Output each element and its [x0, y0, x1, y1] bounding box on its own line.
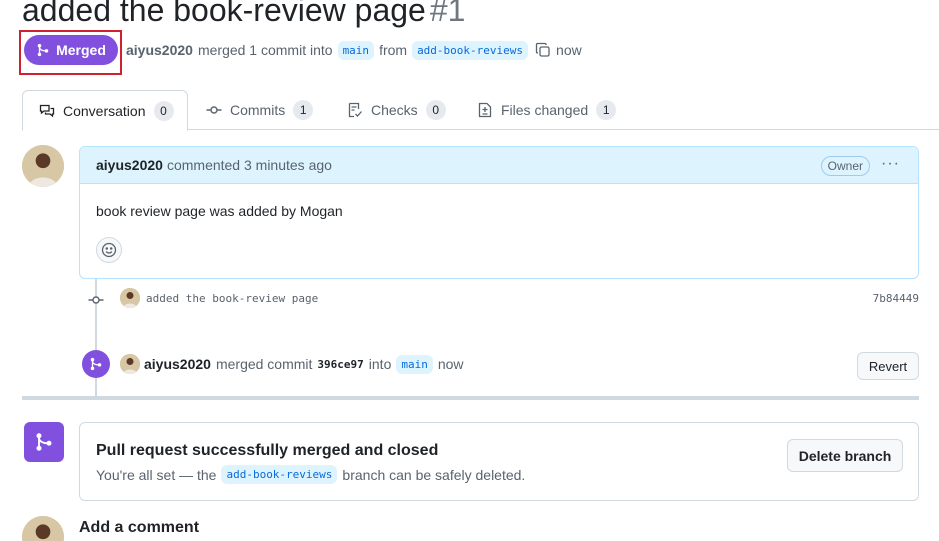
merge-into-text: into — [368, 356, 392, 372]
add-reaction-button[interactable] — [96, 237, 122, 263]
merge-sha-link[interactable]: 396ce97 — [317, 358, 363, 371]
pr-number: #1 — [429, 0, 466, 28]
git-merge-icon — [37, 43, 49, 57]
git-commit-icon — [88, 296, 104, 304]
commit-sha-link[interactable]: 7b84449 — [873, 292, 919, 305]
comment-header: aiyus2020 commented 3 minutes ago — [80, 147, 918, 184]
git-merge-icon — [36, 433, 52, 451]
merge-event-text: merged commit — [215, 356, 313, 372]
merged-status-badge: Merged — [24, 35, 118, 65]
smiley-icon — [101, 242, 117, 258]
tab-checks-label: Checks — [371, 102, 418, 118]
tab-commits[interactable]: Commits 1 — [206, 90, 314, 130]
copy-icon[interactable] — [535, 42, 551, 58]
merge-status-branch-label[interactable]: add-book-reviews — [221, 465, 338, 484]
owner-badge: Owner — [820, 156, 870, 176]
tab-commits-count: 1 — [293, 100, 314, 120]
tab-conversation-count: 0 — [153, 100, 174, 121]
head-branch-label[interactable]: add-book-reviews — [412, 40, 529, 60]
pr-title: added the book-review page — [22, 0, 426, 28]
tab-files-changed[interactable]: Files changed 1 — [477, 90, 617, 130]
avatar[interactable] — [120, 354, 140, 374]
base-branch-label[interactable]: main — [337, 40, 375, 60]
comment-discussion-icon — [39, 104, 55, 117]
tab-checks[interactable]: Checks 0 — [347, 90, 446, 130]
merge-event-badge — [82, 350, 110, 378]
delete-branch-button[interactable]: Delete branch — [787, 439, 903, 472]
tab-files-changed-count: 1 — [596, 100, 617, 120]
merge-status-box: Pull request successfully merged and clo… — [79, 422, 919, 501]
pr-from-text: from — [379, 42, 408, 58]
git-commit-icon — [206, 106, 222, 114]
merge-status-desc-prefix: You're all set — the — [96, 466, 217, 483]
merge-status-description: You're all set — the add-book-reviews br… — [96, 465, 525, 484]
tab-checks-count: 0 — [425, 100, 446, 120]
avatar[interactable] — [22, 145, 64, 187]
pr-tabs: Conversation 0 Commits 1 Checks 0 Files … — [22, 90, 939, 131]
kebab-horizontal-icon[interactable]: ··· — [881, 155, 900, 173]
tab-files-changed-label: Files changed — [501, 102, 589, 118]
merged-status-label: Merged — [56, 42, 106, 58]
merge-branch-label[interactable]: main — [396, 354, 433, 374]
merge-status-badge — [24, 422, 64, 462]
pr-author-link[interactable]: aiyus2020 — [126, 42, 193, 58]
git-merge-icon — [90, 357, 102, 371]
merge-time: now — [437, 356, 464, 372]
avatar[interactable] — [22, 516, 64, 541]
commit-message-link[interactable]: added the book-review page — [146, 292, 318, 305]
page-title: added the book-review page #1 — [22, 0, 465, 32]
checklist-icon — [348, 102, 362, 118]
file-diff-icon — [478, 102, 492, 118]
merge-event: aiyus2020 merged commit 396ce97 into mai… — [144, 352, 464, 376]
comment-card: aiyus2020 commented 3 minutes ago Owner … — [79, 146, 919, 279]
revert-button[interactable]: Revert — [857, 352, 919, 380]
pr-time: now — [556, 42, 582, 58]
pr-meta: aiyus2020 merged 1 commit into main from… — [126, 36, 582, 64]
timeline-divider — [22, 396, 919, 400]
tab-conversation-label: Conversation — [63, 102, 146, 119]
pr-meta-text: merged 1 commit into — [197, 42, 333, 58]
comment-action-text: commented 3 minutes ago — [166, 157, 332, 173]
add-comment-heading: Add a comment — [79, 519, 200, 536]
avatar[interactable] — [120, 288, 140, 308]
tab-conversation[interactable]: Conversation 0 — [22, 90, 188, 131]
merge-status-desc-suffix: branch can be safely deleted. — [342, 466, 526, 483]
merge-user-link[interactable]: aiyus2020 — [144, 356, 211, 372]
merge-status-title: Pull request successfully merged and clo… — [96, 442, 439, 459]
tab-commits-label: Commits — [230, 102, 286, 118]
comment-author-link[interactable]: aiyus2020 — [96, 157, 163, 173]
comment-body: book review page was added by Mogan — [96, 203, 343, 219]
